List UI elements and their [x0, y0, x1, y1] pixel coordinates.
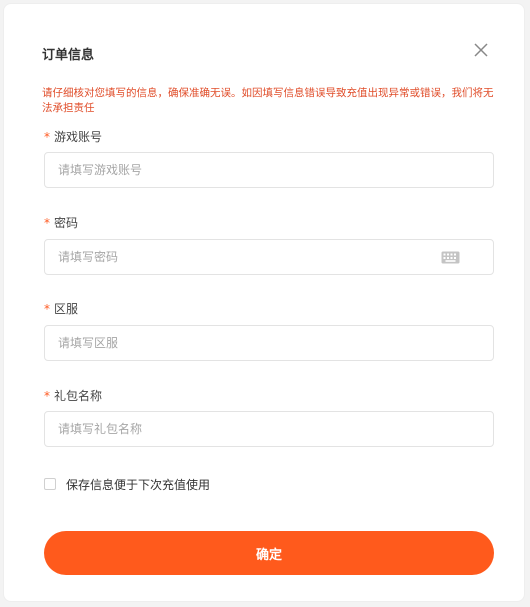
save-info-checkbox[interactable] — [44, 478, 56, 490]
account-label-text: 游戏账号 — [54, 130, 103, 144]
required-mark: * — [44, 216, 50, 230]
required-mark: * — [44, 302, 50, 316]
keyboard-icon[interactable] — [441, 251, 460, 264]
account-label: * 游戏账号 — [44, 128, 102, 145]
server-input[interactable] — [45, 326, 438, 360]
gift-label: * 礼包名称 — [44, 387, 102, 404]
order-info-dialog: 订单信息 请仔细核对您填写的信息，确保准确无误。如因填写信息错误导致充值出现异常… — [3, 3, 525, 602]
account-input[interactable] — [45, 153, 438, 187]
save-info-label[interactable]: 保存信息便于下次充值使用 — [66, 476, 210, 493]
password-field[interactable] — [44, 239, 494, 275]
server-label-text: 区服 — [54, 302, 79, 316]
required-mark: * — [44, 389, 50, 403]
account-field[interactable] — [44, 152, 494, 188]
gift-label-text: 礼包名称 — [54, 389, 103, 403]
gift-field[interactable] — [44, 411, 494, 447]
confirm-button[interactable]: 确定 — [44, 531, 494, 575]
close-button[interactable] — [472, 41, 490, 59]
save-info-row[interactable]: 保存信息便于下次充值使用 — [44, 475, 210, 493]
password-label-text: 密码 — [54, 216, 79, 230]
password-input[interactable] — [45, 240, 438, 274]
close-icon — [474, 43, 488, 57]
required-mark: * — [44, 130, 50, 144]
server-label: * 区服 — [44, 300, 78, 317]
server-field[interactable] — [44, 325, 494, 361]
gift-input[interactable] — [45, 412, 438, 446]
password-label: * 密码 — [44, 214, 78, 231]
dialog-title: 订单信息 — [42, 48, 95, 63]
warning-text: 请仔细核对您填写的信息，确保准确无误。如因填写信息错误导致充值出现异常或错误，我… — [42, 87, 494, 114]
